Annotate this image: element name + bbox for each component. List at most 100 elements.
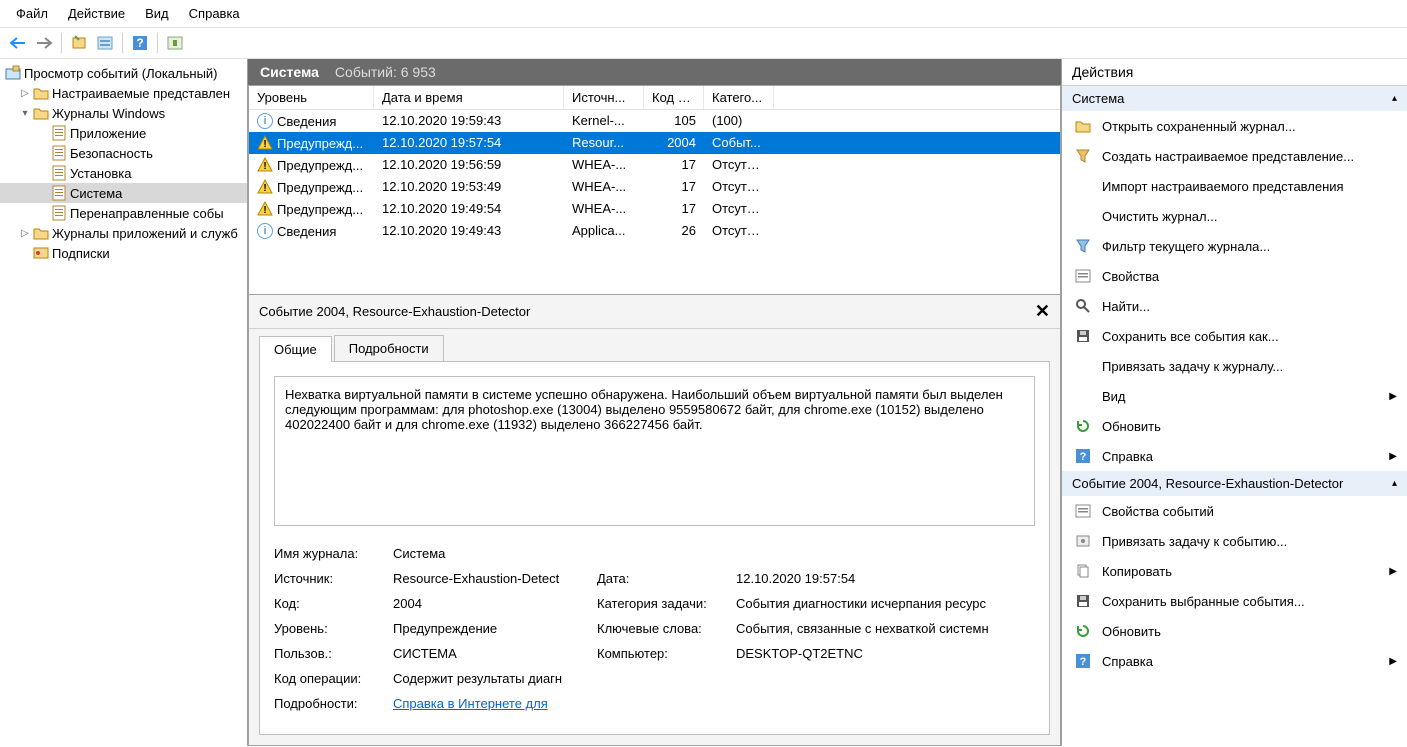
event-source: WHEA-... xyxy=(564,178,644,196)
tab-general[interactable]: Общие xyxy=(259,336,332,362)
action-create-custom-view[interactable]: Создать настраиваемое представление... xyxy=(1062,141,1407,171)
lbl-log-name: Имя журнала: xyxy=(274,546,389,561)
tree-setup[interactable]: Установка xyxy=(0,163,247,183)
toolbar-properties-icon[interactable] xyxy=(93,31,117,55)
tab-details[interactable]: Подробности xyxy=(334,335,444,361)
action-event-properties[interactable]: Свойства событий xyxy=(1062,496,1407,526)
collapse-icon: ▴ xyxy=(1392,93,1397,104)
toolbar-action-icon[interactable] xyxy=(67,31,91,55)
svg-text:!: ! xyxy=(263,139,266,150)
tree-application[interactable]: Приложение xyxy=(0,123,247,143)
action-label: Создать настраиваемое представление... xyxy=(1102,149,1354,164)
action-label: Свойства xyxy=(1102,269,1159,284)
menu-view[interactable]: Вид xyxy=(135,3,179,24)
tree-windows-logs[interactable]: ▾ Журналы Windows xyxy=(0,103,247,123)
menu-help[interactable]: Справка xyxy=(179,3,250,24)
actions-section-system[interactable]: Система ▴ xyxy=(1062,86,1407,111)
detail-header: Событие 2004, Resource-Exhaustion-Detect… xyxy=(249,295,1060,329)
log-icon xyxy=(50,145,68,161)
menu-action[interactable]: Действие xyxy=(58,3,135,24)
tree-label: Приложение xyxy=(70,126,146,141)
action-label: Очистить журнал... xyxy=(1102,209,1217,224)
action-refresh-event[interactable]: Обновить xyxy=(1062,616,1407,646)
help-icon: ? xyxy=(1074,447,1092,465)
close-detail-button[interactable]: ✕ xyxy=(1035,301,1050,322)
action-filter-log[interactable]: Фильтр текущего журнала... xyxy=(1062,231,1407,261)
action-label: Обновить xyxy=(1102,624,1161,639)
toolbar-view-icon[interactable] xyxy=(163,31,187,55)
tree-label: Журналы приложений и служб xyxy=(52,226,238,241)
tree-label: Перенаправленные собы xyxy=(70,206,224,221)
action-save-selected[interactable]: Сохранить выбранные события... xyxy=(1062,586,1407,616)
event-category: Событ... xyxy=(704,134,774,152)
column-code[interactable]: Код со... xyxy=(644,86,704,109)
action-refresh[interactable]: Обновить xyxy=(1062,411,1407,441)
action-attach-task-log[interactable]: Привязать задачу к журналу... xyxy=(1062,351,1407,381)
tree-security[interactable]: Безопасность xyxy=(0,143,247,163)
forward-button[interactable] xyxy=(32,31,56,55)
actions-section-event[interactable]: Событие 2004, Resource-Exhaustion-Detect… xyxy=(1062,471,1407,496)
expand-icon[interactable]: ▷ xyxy=(18,228,32,239)
event-row[interactable]: !Предупрежд...12.10.2020 19:49:54WHEA-..… xyxy=(249,198,1060,220)
action-save-all-events[interactable]: Сохранить все события как... xyxy=(1062,321,1407,351)
event-row[interactable]: !Предупрежд...12.10.2020 19:53:49WHEA-..… xyxy=(249,176,1060,198)
action-view-submenu[interactable]: Вид ▶ xyxy=(1062,381,1407,411)
tree-label: Подписки xyxy=(52,246,110,261)
lbl-user: Пользов.: xyxy=(274,646,389,661)
action-attach-task-event[interactable]: Привязать задачу к событию... xyxy=(1062,526,1407,556)
event-row[interactable]: iСведения12.10.2020 19:49:43Applica...26… xyxy=(249,220,1060,242)
event-list-body[interactable]: iСведения12.10.2020 19:59:43Kernel-...10… xyxy=(249,110,1060,294)
toolbar-help-icon[interactable]: ? xyxy=(128,31,152,55)
action-open-saved-log[interactable]: Открыть сохраненный журнал... xyxy=(1062,111,1407,141)
event-code: 17 xyxy=(644,200,704,218)
action-label: Справка xyxy=(1102,449,1153,464)
action-copy[interactable]: Копировать ▶ xyxy=(1062,556,1407,586)
tree-root[interactable]: Просмотр событий (Локальный) xyxy=(0,63,247,83)
save-icon xyxy=(1074,327,1092,345)
tree-subscriptions[interactable]: Подписки xyxy=(0,243,247,263)
action-help[interactable]: ? Справка ▶ xyxy=(1062,441,1407,471)
svg-text:?: ? xyxy=(1080,451,1087,463)
subscriptions-icon xyxy=(32,245,50,261)
menu-file[interactable]: Файл xyxy=(6,3,58,24)
val-computer: DESKTOP-QT2ETNC xyxy=(736,646,1035,661)
val-user: СИСТЕМА xyxy=(393,646,593,661)
info-icon: i xyxy=(257,223,273,239)
action-clear-log[interactable]: Очистить журнал... xyxy=(1062,201,1407,231)
event-row[interactable]: !Предупрежд...12.10.2020 19:57:54Resour.… xyxy=(249,132,1060,154)
event-date: 12.10.2020 19:59:43 xyxy=(374,112,564,130)
event-source: WHEA-... xyxy=(564,200,644,218)
tree-system[interactable]: Система xyxy=(0,183,247,203)
event-row[interactable]: iСведения12.10.2020 19:59:43Kernel-...10… xyxy=(249,110,1060,132)
action-help-event[interactable]: ? Справка ▶ xyxy=(1062,646,1407,676)
tree-app-services[interactable]: ▷ Журналы приложений и служб xyxy=(0,223,247,243)
column-category[interactable]: Катего... xyxy=(704,86,774,109)
action-properties[interactable]: Свойства xyxy=(1062,261,1407,291)
folder-icon xyxy=(32,225,50,241)
column-level[interactable]: Уровень xyxy=(249,86,374,109)
expand-icon[interactable]: ▷ xyxy=(18,88,32,99)
event-level-label: Сведения xyxy=(277,114,336,129)
event-category: Отсутст... xyxy=(704,200,774,218)
action-import-custom-view[interactable]: Импорт настраиваемого представления xyxy=(1062,171,1407,201)
back-button[interactable] xyxy=(6,31,30,55)
collapse-icon[interactable]: ▾ xyxy=(18,108,32,119)
tree-forwarded[interactable]: Перенаправленные собы xyxy=(0,203,247,223)
val-opcode: Содержит результаты диагн xyxy=(393,671,593,686)
save-icon xyxy=(1074,592,1092,610)
online-help-link[interactable]: Справка в Интернете для xyxy=(393,696,548,711)
submenu-arrow-icon: ▶ xyxy=(1389,451,1397,462)
action-find[interactable]: Найти... xyxy=(1062,291,1407,321)
action-label: Открыть сохраненный журнал... xyxy=(1102,119,1296,134)
event-category: Отсутст... xyxy=(704,222,774,240)
column-date[interactable]: Дата и время xyxy=(374,86,564,109)
val-code: 2004 xyxy=(393,596,593,611)
tree-root-label: Просмотр событий (Локальный) xyxy=(24,66,218,81)
copy-icon xyxy=(1074,562,1092,580)
event-row[interactable]: !Предупрежд...12.10.2020 19:56:59WHEA-..… xyxy=(249,154,1060,176)
column-source[interactable]: Источн... xyxy=(564,86,644,109)
tree-label: Система xyxy=(70,186,122,201)
tree-custom-views[interactable]: ▷ Настраиваемые представлен xyxy=(0,83,247,103)
event-source: Resour... xyxy=(564,134,644,152)
log-icon xyxy=(50,125,68,141)
